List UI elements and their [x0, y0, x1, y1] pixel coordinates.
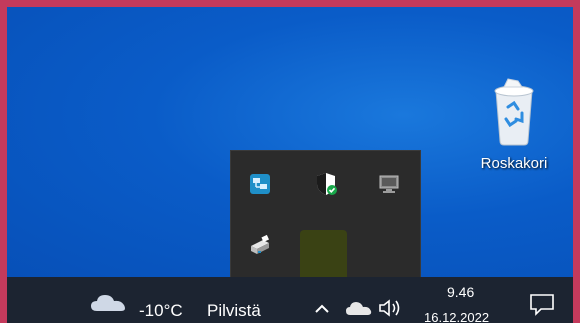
chevron-up-icon	[315, 304, 329, 313]
recycle-bin-icon	[494, 78, 534, 146]
show-hidden-icons-button[interactable]	[311, 297, 333, 319]
speaker-icon	[379, 299, 400, 317]
onedrive-button[interactable]	[345, 299, 373, 317]
taskbar: -10°C Pilvistä 9.46 16.12.2022	[7, 277, 573, 325]
weather-description: Pilvistä	[207, 301, 261, 320]
recycle-bin-label: Roskakori	[480, 155, 548, 172]
onedrive-cloud-icon	[346, 302, 372, 315]
clock-button[interactable]: 9.46 16.12.2022	[417, 277, 507, 325]
monitor-icon[interactable]	[376, 171, 402, 197]
network-app-icon[interactable]	[247, 171, 273, 197]
weather-widget[interactable]: -10°C Pilvistä	[87, 277, 287, 323]
volume-button[interactable]	[377, 297, 407, 319]
clock-time: 9.46	[447, 284, 475, 300]
action-center-button[interactable]	[527, 291, 557, 319]
weather-temperature: -10°C	[139, 301, 183, 320]
notification-icon	[530, 294, 554, 316]
security-shield-icon[interactable]	[313, 171, 339, 197]
recycle-bin-shortcut[interactable]: Roskakori	[469, 77, 559, 197]
printer-icon[interactable]	[247, 233, 273, 259]
cloud-icon	[91, 295, 125, 311]
